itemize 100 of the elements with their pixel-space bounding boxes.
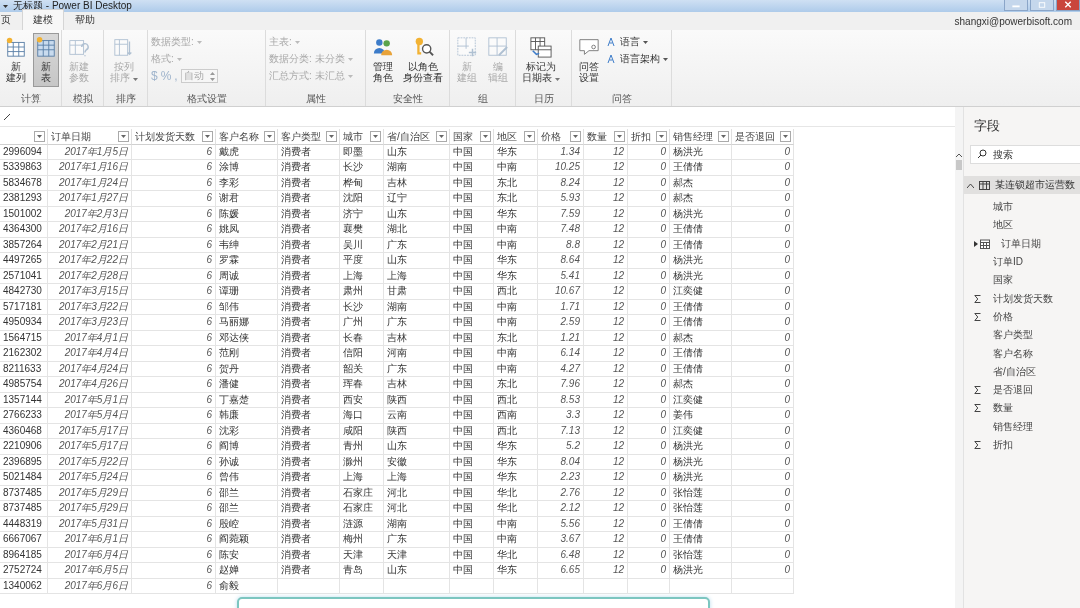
column-header[interactable]: 客户类型 [278,129,340,145]
table-cell: 2017年5月4日 [48,408,132,424]
table-cell: 1340062 [0,578,48,594]
field-item[interactable]: 数量 [964,399,1080,418]
ribbon-tab[interactable]: 建模 [22,9,64,30]
ribbon-button[interactable]: 管理 角色 [369,33,397,87]
table-cell: 5021484 [0,470,48,486]
table-cell: 4360468 [0,423,48,439]
table-cell: 2017年2月16日 [48,222,132,238]
table-cell: 12 [584,315,628,331]
caret-icon [3,4,8,8]
table-cell: 12 [584,253,628,269]
filter-button[interactable] [780,131,791,142]
pencil-icon[interactable] [3,112,11,121]
table-cell: 湖南 [384,299,450,315]
field-item[interactable]: 销售经理 [964,417,1080,436]
field-item[interactable]: 计划发货天数 [964,289,1080,308]
ribbon-button[interactable]: 新 表 [33,33,59,87]
ribbon-button[interactable]: 以角色 身份查看 [400,33,446,87]
menu-button[interactable]: 语言架构 [607,52,668,66]
table-cell: 消费者 [278,563,340,579]
column-header[interactable]: 折扣 [628,129,670,145]
table-cell: 6 [132,237,216,253]
table-cell: 天津 [340,547,384,563]
ribbon-button[interactable]: 问答 设置 [575,33,603,87]
group-label: 计算 [20,92,41,106]
table-cell: 6 [132,268,216,284]
table-cell: 2571041 [0,268,48,284]
close-icon[interactable] [1056,0,1080,11]
menu-button[interactable]: 语言 [607,35,668,49]
field-item[interactable]: 客户名称 [964,344,1080,363]
filter-button[interactable] [656,131,667,142]
column-header[interactable]: 地区 [494,129,538,145]
ribbon-tab[interactable]: 页 [0,9,22,30]
field-item[interactable]: 是否退回 [964,380,1080,400]
table-cell: 4985754 [0,377,48,393]
expand-icon[interactable] [974,240,978,247]
field-item[interactable]: 省/自治区 [964,362,1080,381]
people-icon [371,36,394,58]
column-header[interactable]: 城市 [340,129,384,145]
column-header[interactable]: 计划发货天数 [132,129,216,145]
filter-button[interactable] [34,131,45,142]
ribbon-tab[interactable]: 帮助 [64,9,106,30]
ribbon-button[interactable]: 标记为 日期表 [519,33,563,87]
table-cell: 2017年5月22日 [48,454,132,470]
table-cell: 中国 [450,516,494,532]
table-cell: 0 [732,532,794,548]
field-item[interactable]: 订单ID [964,252,1080,272]
filter-button[interactable] [570,131,581,142]
filter-button[interactable] [480,131,491,142]
table-cell: 4448319 [0,516,48,532]
table-cell: 华东 [494,470,538,486]
table-cell: 0 [732,299,794,315]
column-header[interactable]: 订单日期 [48,129,132,145]
table-cell: 6 [132,578,216,594]
ribbon-button[interactable]: 新 建列 [3,33,29,87]
empty-cell [494,578,538,594]
filter-button[interactable] [326,131,337,142]
table-cell: 2017年6月6日 [48,578,132,594]
filter-button[interactable] [718,131,729,142]
field-item[interactable]: 地区 [964,216,1080,235]
table-cell: 中国 [450,315,494,331]
table-cell: 0 [628,206,670,222]
filter-button[interactable] [524,131,535,142]
table-cell: 中南 [494,532,538,548]
filter-button[interactable] [614,131,625,142]
column-header[interactable]: 价格 [538,129,584,145]
table-cell: 孙诚 [216,454,278,470]
chevron-icon[interactable] [967,182,974,188]
table-cell: 王倩倩 [670,532,732,548]
scroll-up-icon[interactable] [956,153,962,157]
column-header[interactable]: 国家 [450,129,494,145]
table-node[interactable]: 某连锁超市运营数 [964,176,1080,194]
table-cell: 0 [628,253,670,269]
column-header[interactable]: 省/自治区 [384,129,450,145]
filter-button[interactable] [118,131,129,142]
column-header[interactable]: 数量 [584,129,628,145]
field-item[interactable]: 城市 [964,198,1080,217]
column-header[interactable]: 客户名称 [216,129,278,145]
field-item[interactable]: 客户类型 [964,326,1080,345]
field-item[interactable]: 国家 [964,271,1080,290]
column-header[interactable]: 销售经理 [670,129,732,145]
field-item[interactable]: 订单日期 [964,234,1080,253]
table-cell: 华东 [494,439,538,455]
search-field[interactable]: 搜索 [970,145,1080,164]
filter-button[interactable] [436,131,447,142]
column-header[interactable]: 是否退回 [732,129,794,145]
filter-button[interactable] [202,131,213,142]
table-cell: 0 [732,160,794,176]
table-cell: 1357144 [0,392,48,408]
field-item[interactable]: 折扣 [964,435,1080,455]
table-cell: 江奕健 [670,423,732,439]
table-cell: 郝杰 [670,175,732,191]
filter-button[interactable] [370,131,381,142]
filter-button[interactable] [264,131,275,142]
table-cell: 5.41 [538,268,584,284]
scrollbar-thumb[interactable] [956,160,962,170]
table-cell: 中国 [450,408,494,424]
new-table-icon [35,36,57,58]
field-item[interactable]: 价格 [964,307,1080,327]
